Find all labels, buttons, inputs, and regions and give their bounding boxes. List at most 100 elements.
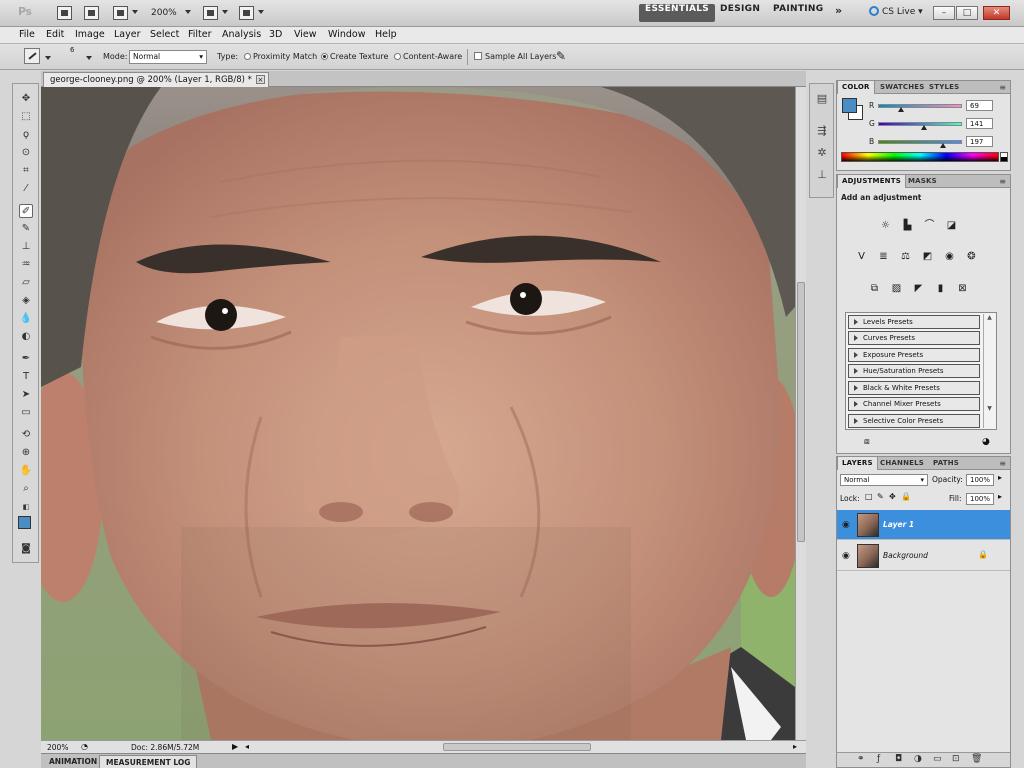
ignore-adjustment-layers-icon[interactable]: ✎ — [556, 49, 566, 63]
vibrance-icon[interactable]: V — [854, 250, 869, 264]
new-layer-icon[interactable]: ⊡ — [952, 754, 960, 764]
vertical-scroll-thumb[interactable] — [797, 282, 805, 542]
red-slider-handle[interactable] — [897, 107, 904, 112]
proximity-match-radio[interactable]: Proximity Match — [244, 52, 317, 61]
screen-mode-icon[interactable] — [239, 6, 254, 20]
tab-measurement-log[interactable]: MEASUREMENT LOG — [99, 755, 198, 768]
zoom-tool-icon[interactable]: ⌕ — [19, 482, 33, 496]
mini-bridge-icon[interactable] — [84, 6, 99, 20]
red-value-input[interactable]: 69 — [966, 100, 993, 111]
eraser-tool-icon[interactable]: ▱ — [19, 276, 33, 290]
status-options-icon[interactable]: ◔ — [81, 742, 88, 751]
menu-layer[interactable]: Layer — [114, 29, 141, 40]
menu-3d[interactable]: 3D — [269, 29, 282, 40]
preset-curves[interactable]: Curves Presets — [848, 331, 980, 345]
workspace-painting[interactable]: PAINTING — [767, 4, 829, 22]
opacity-arrow-icon[interactable]: ▸ — [998, 473, 1002, 482]
bridge-icon[interactable] — [57, 6, 72, 20]
add-mask-icon[interactable]: ◘ — [895, 754, 902, 764]
tab-color[interactable]: COLOR — [837, 81, 875, 94]
menu-view[interactable]: View — [294, 29, 317, 40]
panel-menu-icon[interactable]: ≡ — [999, 177, 1006, 186]
menu-filter[interactable]: Filter — [188, 29, 212, 40]
rectangle-tool-icon[interactable]: ▭ — [19, 406, 33, 420]
blue-value-input[interactable]: 197 — [966, 136, 993, 147]
status-zoom[interactable]: 200% — [47, 743, 68, 752]
zoom-level[interactable]: 200% — [151, 8, 177, 18]
color-balance-icon[interactable]: ⚖ — [898, 250, 913, 264]
brush-size[interactable]: 6 — [70, 46, 74, 54]
workspace-essentials[interactable]: ESSENTIALS — [639, 4, 716, 22]
more-workspaces-button[interactable]: » — [829, 4, 848, 22]
tab-masks[interactable]: MASKS — [904, 175, 941, 188]
path-selection-tool-icon[interactable]: ➤ — [19, 388, 33, 402]
mode-select[interactable]: Normal ▾ — [129, 50, 207, 64]
menu-select[interactable]: Select — [150, 29, 179, 40]
layer-name[interactable]: Background — [883, 551, 928, 560]
3d-rotate-tool-icon[interactable]: ⟲ — [19, 428, 33, 442]
tab-styles[interactable]: STYLES — [925, 81, 963, 94]
foreground-color-box[interactable] — [842, 98, 857, 113]
threshold-icon[interactable]: ◤ — [911, 282, 926, 296]
content-aware-radio[interactable]: Content-Aware — [394, 52, 462, 61]
3d-orbit-tool-icon[interactable]: ⊕ — [19, 446, 33, 460]
status-menu-arrow-icon[interactable]: ▶ — [232, 742, 238, 751]
close-button[interactable]: ✕ — [983, 6, 1010, 20]
menu-image[interactable]: Image — [75, 29, 105, 40]
visibility-eye-icon[interactable]: ◉ — [842, 520, 850, 530]
lock-all-icon[interactable]: 🔒 — [901, 492, 911, 501]
lock-image-icon[interactable]: ✎ — [877, 492, 884, 501]
healing-brush-preset-icon[interactable] — [24, 48, 40, 64]
arrange-documents-icon[interactable] — [203, 6, 218, 20]
healing-brush-tool-icon[interactable]: ✐ — [19, 204, 33, 218]
brightness-contrast-icon[interactable]: ☼ — [878, 219, 893, 233]
document-tab[interactable]: george-clooney.png @ 200% (Layer 1, RGB/… — [43, 72, 269, 87]
sample-all-layers-checkbox[interactable]: Sample All Layers — [474, 52, 556, 61]
layer-style-icon[interactable]: ƒ — [877, 754, 880, 764]
lasso-tool-icon[interactable]: ϙ — [19, 128, 33, 142]
maximize-button[interactable]: □ — [956, 6, 978, 20]
hue-saturation-icon[interactable]: ≣ — [876, 250, 891, 264]
blue-slider-handle[interactable] — [939, 143, 946, 148]
scroll-right-icon[interactable]: ▸ — [793, 742, 797, 751]
layer-row[interactable]: ◉ Layer 1 — [837, 510, 1010, 540]
document-canvas[interactable] — [41, 87, 795, 740]
menu-edit[interactable]: Edit — [46, 29, 64, 40]
panel-menu-icon[interactable]: ≡ — [999, 83, 1006, 92]
horizontal-scroll-thumb[interactable] — [443, 743, 591, 751]
chevron-down-icon[interactable] — [45, 56, 51, 60]
red-slider[interactable] — [878, 104, 962, 108]
adjustment-options-icon[interactable]: ◕ — [982, 437, 990, 447]
panel-menu-icon[interactable]: ≡ — [999, 459, 1006, 468]
hand-tool-icon[interactable]: ✋ — [19, 464, 33, 478]
tab-layers[interactable]: LAYERS — [837, 457, 878, 470]
clone-source-icon[interactable]: ⊥ — [815, 168, 829, 182]
invert-icon[interactable]: ⧉ — [867, 282, 882, 296]
layer-clip-icon[interactable]: ⧈ — [864, 437, 870, 447]
menu-help[interactable]: Help — [375, 29, 397, 40]
quick-selection-tool-icon[interactable]: ⊙ — [19, 146, 33, 160]
blur-tool-icon[interactable]: 💧 — [19, 312, 33, 326]
eyedropper-tool-icon[interactable]: ⁄ — [19, 182, 33, 196]
history-panel-icon[interactable]: ▤ — [815, 92, 829, 106]
preset-hue-saturation[interactable]: Hue/Saturation Presets — [848, 364, 980, 378]
tab-channels[interactable]: CHANNELS — [876, 457, 928, 470]
tool-presets-icon[interactable]: ⇶ — [815, 124, 829, 138]
tab-adjustments[interactable]: ADJUSTMENTS — [837, 175, 906, 188]
selective-color-icon[interactable]: ⊠ — [955, 282, 970, 296]
chevron-down-icon[interactable] — [132, 10, 138, 14]
cs-live-button[interactable]: CS Live ▾ — [869, 6, 923, 17]
quick-mask-icon[interactable]: ◙ — [19, 542, 33, 556]
preset-levels[interactable]: Levels Presets — [848, 315, 980, 329]
brush-tool-icon[interactable]: ✎ — [19, 222, 33, 236]
preset-selective-color[interactable]: Selective Color Presets — [848, 414, 980, 428]
channel-mixer-icon[interactable]: ❂ — [964, 250, 979, 264]
pen-tool-icon[interactable]: ✒ — [19, 352, 33, 366]
green-slider[interactable] — [878, 122, 962, 126]
create-texture-radio[interactable]: Create Texture — [321, 52, 388, 61]
tab-paths[interactable]: PATHS — [929, 457, 963, 470]
levels-icon[interactable]: ▙ — [900, 219, 915, 233]
scroll-left-icon[interactable]: ◂ — [245, 742, 249, 751]
green-slider-handle[interactable] — [921, 125, 928, 130]
chevron-down-icon[interactable] — [258, 10, 264, 14]
